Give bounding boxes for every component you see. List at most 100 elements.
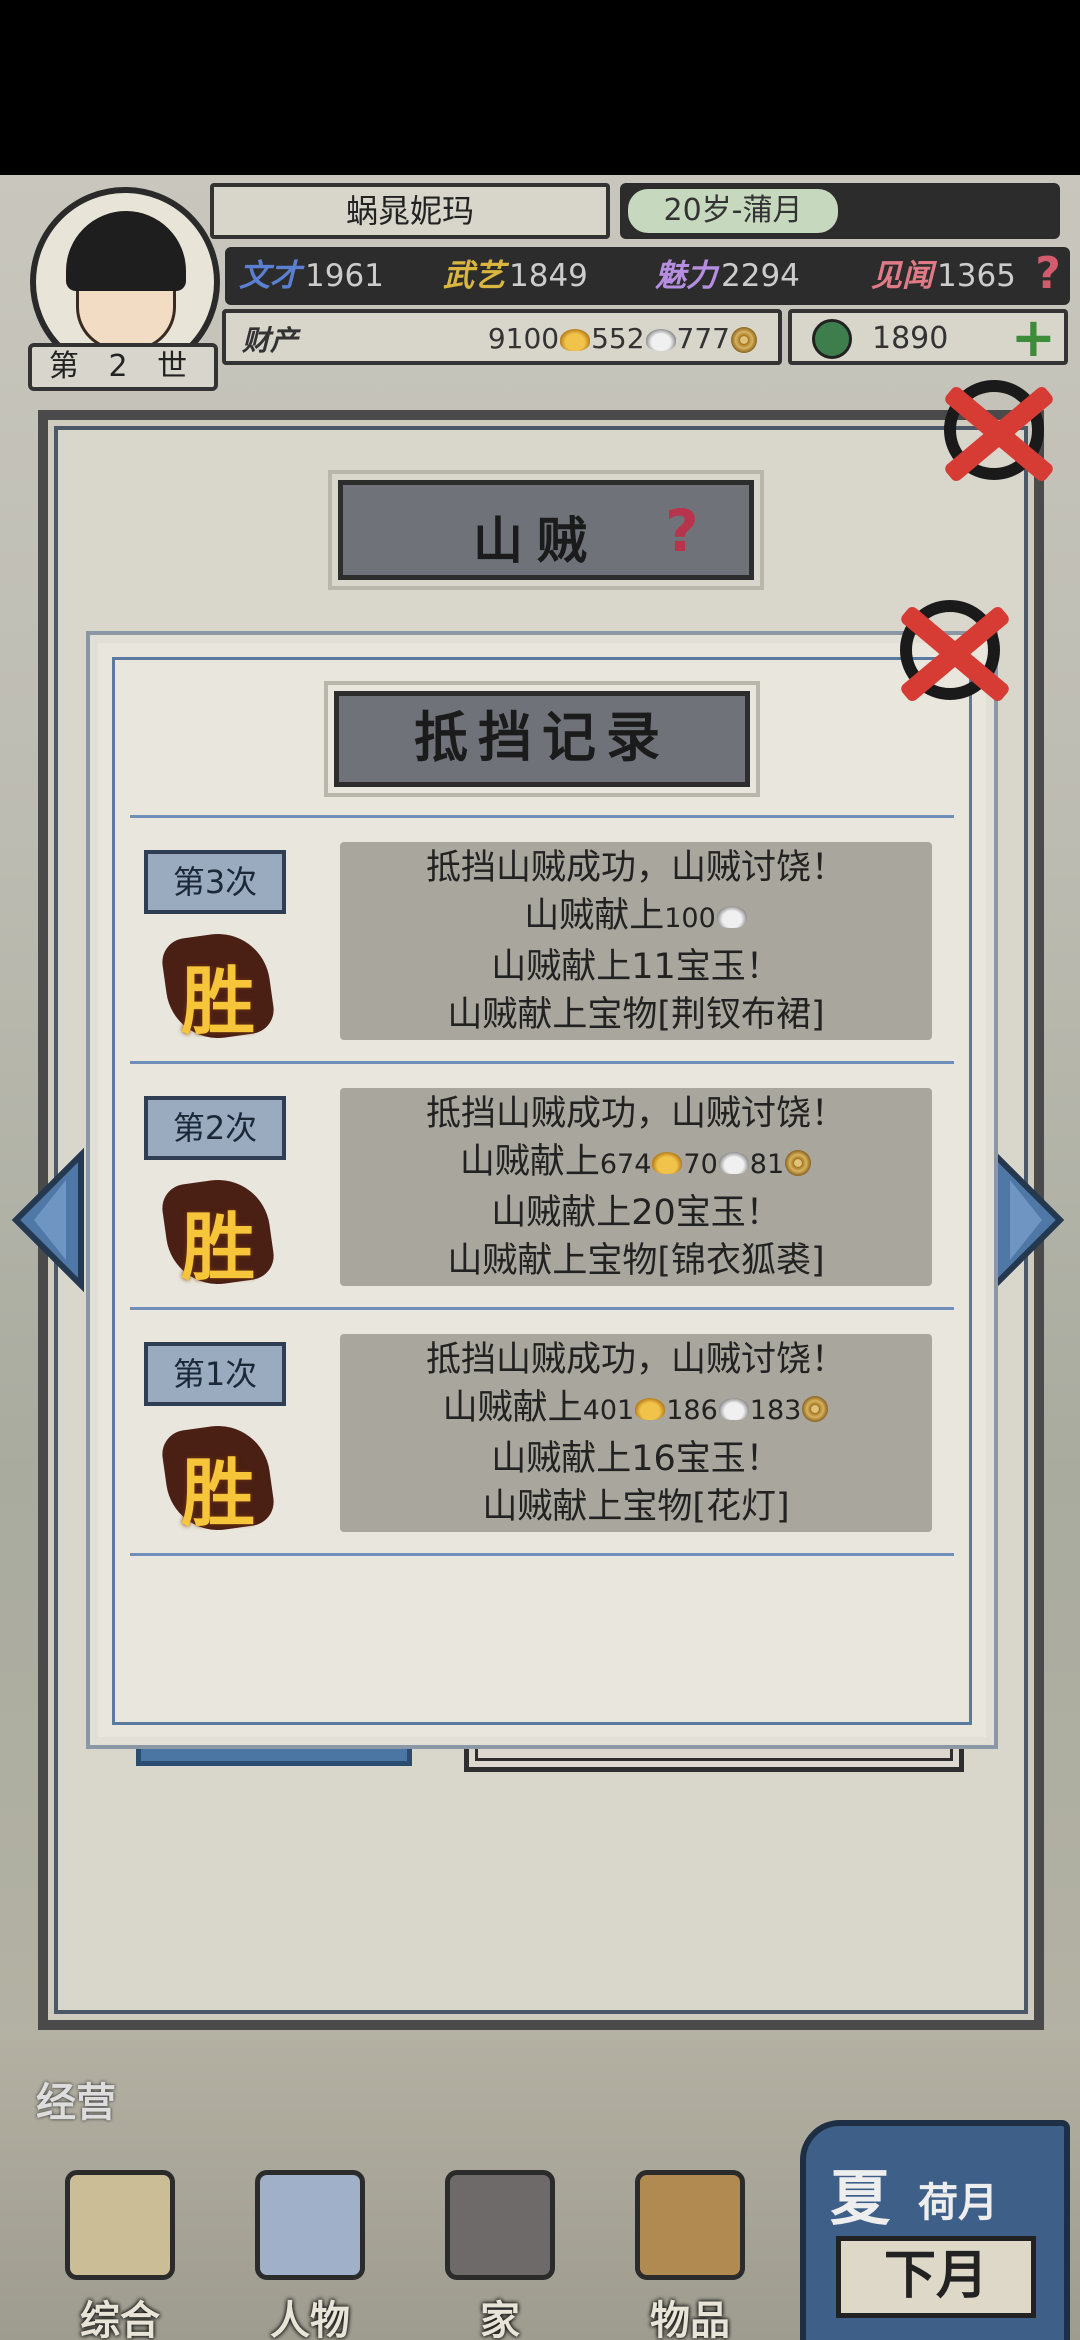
- gold-ingot-icon: [635, 1398, 666, 1420]
- tribute-prefix: 山贼献上: [459, 1142, 600, 1182]
- month-name: 荷月: [918, 2180, 998, 2226]
- character-header: 第 2 世 蜗晁妮玛 20岁-蒲月 文才 1961 武艺 1849 魅力 2294 见…: [0, 175, 1080, 405]
- tribute-prefix: 山贼献上: [442, 1388, 583, 1428]
- stat-value: 2294: [721, 258, 800, 294]
- previous-arrow-icon[interactable]: [6, 1145, 86, 1295]
- stat-value: 1849: [509, 258, 588, 294]
- wealth-label: 财产: [242, 324, 299, 357]
- silver-ingot-icon: [718, 1152, 749, 1174]
- victory-text: 胜: [181, 959, 255, 1045]
- dialog-title: 山贼: [473, 512, 601, 570]
- victory-badge: 胜: [159, 1173, 277, 1291]
- season-panel: 夏 荷月 下月: [800, 2120, 1070, 2340]
- close-records-button[interactable]: [890, 590, 1020, 720]
- gold-amount: 674: [599, 1149, 652, 1180]
- stats-help-button[interactable]: ?: [1026, 249, 1070, 299]
- stat-wencai: 文才 1961: [239, 253, 384, 299]
- copper-coin-icon: [731, 327, 757, 353]
- record-line: 山贼献上宝物[荆钗布裙]: [447, 995, 825, 1035]
- gold-ingot-icon: [560, 329, 591, 351]
- records-end-divider: [130, 1553, 954, 1556]
- season: 夏: [830, 2164, 890, 2234]
- avatar-hair: [66, 211, 186, 291]
- next-arrow-icon[interactable]: [990, 1145, 1070, 1295]
- record-details: 抵挡山贼成功，山贼讨饶！ 山贼献上401 186 183 山贼献上16宝玉！ 山贼献…: [340, 1334, 932, 1532]
- records-title: 抵挡记录: [324, 681, 760, 797]
- record-details: 抵挡山贼成功，山贼讨饶！ 山贼献上674 70 81 山贼献上20宝玉！ 山贼献上宝…: [340, 1088, 932, 1286]
- record-line: 山贼献上宝物[锦衣狐裘]: [447, 1241, 825, 1281]
- victory-text: 胜: [181, 1205, 255, 1291]
- silver-amount: 100: [664, 903, 716, 934]
- nav-label: 综合: [80, 2298, 160, 2340]
- age-month-bar: 20岁-蒲月: [620, 183, 1060, 239]
- dialog-help-button[interactable]: ?: [665, 497, 717, 565]
- round-label: 第3次: [144, 850, 286, 914]
- silver-ingot-icon: [716, 906, 747, 928]
- copper-amount: 81: [749, 1149, 785, 1180]
- record-line: 山贼献上宝物[花灯]: [482, 1487, 790, 1527]
- jade-row: 1890 +: [788, 309, 1068, 365]
- jade-icon: [812, 319, 852, 359]
- jade-amount: 1890: [872, 321, 949, 356]
- copper-amount: 777: [676, 322, 730, 355]
- stat-label: 见闻: [871, 258, 933, 294]
- stat-value: 1365: [937, 258, 1016, 294]
- stat-wuyi: 武艺 1849: [443, 253, 588, 299]
- record-details: 抵挡山贼成功，山贼讨饶！ 山贼献上100 山贼献上11宝玉！ 山贼献上宝物[荆钗…: [340, 842, 932, 1040]
- nav-label: 物品: [650, 2298, 730, 2340]
- stat-value: 1961: [305, 258, 384, 294]
- copper-coin-icon: [802, 1396, 829, 1422]
- dialog-title-plate: 山贼 ?: [328, 470, 764, 590]
- gold-amount: 401: [582, 1395, 635, 1426]
- stat-label: 文才: [239, 258, 301, 294]
- copper-coin-icon: [785, 1150, 812, 1176]
- record-line: 抵挡山贼成功，山贼讨饶！: [425, 848, 846, 888]
- record-line: 抵挡山贼成功，山贼讨饶！: [425, 1094, 846, 1134]
- silver-amount: 186: [666, 1395, 718, 1426]
- round-label: 第2次: [144, 1096, 286, 1160]
- record-tribute-line: 山贼献上401 186 183: [340, 1384, 932, 1435]
- stat-label: 魅力: [655, 258, 717, 294]
- scroll-icon: [65, 2170, 175, 2280]
- record-row: 第3次 胜 抵挡山贼成功，山贼讨饶！ 山贼献上100 山贼献上11宝玉！ 山贼献…: [130, 815, 954, 1061]
- section-label: 经营: [36, 2080, 116, 2126]
- copper-amount: 183: [749, 1395, 802, 1426]
- victory-badge: 胜: [159, 1419, 277, 1537]
- gold-ingot-icon: [652, 1152, 683, 1174]
- victory-text: 胜: [181, 1451, 255, 1537]
- wealth-values: 9100 552 777: [488, 319, 758, 359]
- defense-records-panel: 抵挡记录 第3次 胜 抵挡山贼成功，山贼讨饶！ 山贼献上100 山贼献上11宝玉…: [90, 635, 994, 1745]
- record-line: 抵挡山贼成功，山贼讨饶！: [425, 1340, 846, 1380]
- record-line: 山贼献上11宝玉！: [491, 947, 781, 987]
- stat-meili: 魅力 2294: [655, 253, 800, 299]
- age-month: 20岁-蒲月: [628, 189, 838, 233]
- record-row: 第1次 胜 抵挡山贼成功，山贼讨饶！ 山贼献上401 186 183 山贼献上16宝…: [130, 1307, 954, 1553]
- bottom-nav: 经营 综合 人物 家 物品 夏 荷月 下月: [0, 2040, 1080, 2340]
- silver-amount: 552: [591, 322, 645, 355]
- next-month-button[interactable]: 下月: [836, 2236, 1036, 2318]
- nav-items[interactable]: 物品: [610, 2170, 770, 2340]
- nav-label: 家: [480, 2298, 520, 2340]
- wealth-row: 财产 9100 552 777: [222, 309, 782, 365]
- record-row: 第2次 胜 抵挡山贼成功，山贼讨饶！ 山贼献上674 70 81 山贼献上20宝玉！…: [130, 1061, 954, 1307]
- person-icon: [255, 2170, 365, 2280]
- round-label: 第1次: [144, 1342, 286, 1406]
- nav-character[interactable]: 人物: [230, 2170, 390, 2340]
- stats-row: 文才 1961 武艺 1849 魅力 2294 见闻 1365 ?: [225, 247, 1070, 305]
- gold-amount: 9100: [487, 322, 560, 355]
- tribute-prefix: 山贼献上: [524, 896, 665, 936]
- nav-label: 人物: [270, 2298, 350, 2340]
- record-tribute-line: 山贼献上100: [340, 892, 932, 943]
- nav-general[interactable]: 综合: [40, 2170, 200, 2340]
- silver-ingot-icon: [718, 1398, 749, 1420]
- add-jade-button[interactable]: +: [1011, 311, 1056, 365]
- chest-icon: [635, 2170, 745, 2280]
- nav-home[interactable]: 家: [420, 2170, 580, 2340]
- silver-amount: 70: [683, 1149, 718, 1180]
- status-bar: [0, 0, 1080, 175]
- record-line: 山贼献上20宝玉！: [491, 1193, 781, 1233]
- stat-label: 武艺: [443, 258, 505, 294]
- generation-label: 第 2 世: [28, 343, 218, 391]
- close-dialog-button[interactable]: [934, 370, 1064, 500]
- stat-jianwen: 见闻 1365: [871, 253, 1016, 299]
